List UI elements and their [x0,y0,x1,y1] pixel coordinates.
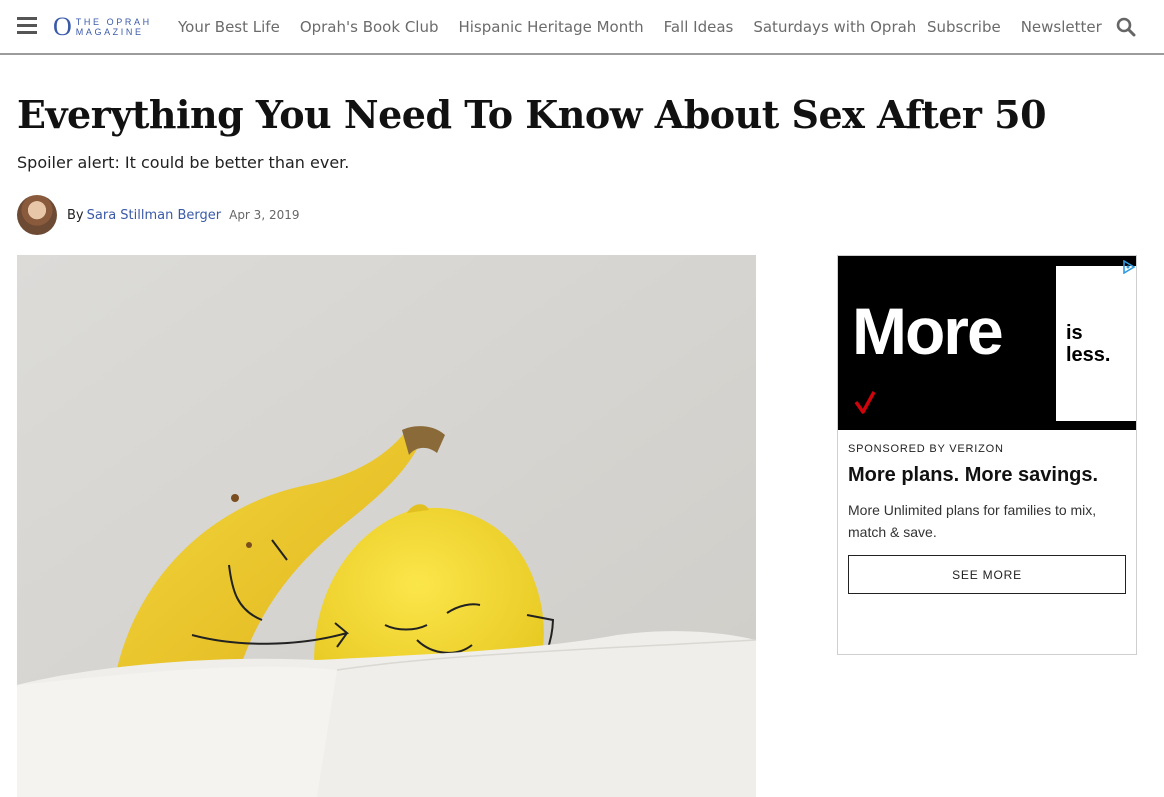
top-navigation: O THE OPRAH MAGAZINE Your Best Life Opra… [0,0,1164,55]
nav-link-your-best-life[interactable]: Your Best Life [178,18,280,36]
hero-image [17,255,756,797]
publish-date: Apr 3, 2019 [229,208,300,222]
subscribe-link[interactable]: Subscribe [927,18,1001,36]
logo-line-2: MAGAZINE [75,27,144,37]
secondary-nav: Subscribe Newsletter [927,0,1122,53]
nav-link-book-club[interactable]: Oprah's Book Club [300,18,439,36]
search-icon[interactable] [1116,17,1136,37]
hamburger-icon[interactable] [17,17,37,35]
article-dek: Spoiler alert: It could be better than e… [17,153,350,172]
author-avatar[interactable] [17,195,57,235]
ad-headline-big: More [852,294,1004,368]
nav-link-fall-ideas[interactable]: Fall Ideas [664,18,734,36]
nav-link-hispanic-heritage-month[interactable]: Hispanic Heritage Month [458,18,643,36]
by-label: By [67,207,84,223]
nav-link-saturdays-with-oprah[interactable]: Saturdays with Oprah [753,18,916,36]
see-more-button[interactable]: SEE MORE [848,555,1126,594]
logo-line-1: THE OPRAH [75,17,152,27]
hero-illustration [17,255,756,797]
ad-title[interactable]: More plans. More savings. [848,464,1098,487]
sponsored-ad[interactable]: More is less. SPONSORED BY VERIZON More … [837,255,1137,655]
byline: By Sara Stillman Berger Apr 3, 2019 [17,195,300,235]
ad-body: More Unlimited plans for families to mix… [848,502,1097,540]
primary-nav: Your Best Life Oprah's Book Club Hispani… [178,0,936,53]
adchoices-icon[interactable] [1122,260,1136,274]
ad-banner-image[interactable]: More is less. [838,256,1136,430]
logo-o-mark: O [53,12,72,41]
ad-headline-small: is less. [1066,322,1111,366]
ad-sponsor-label: SPONSORED BY VERIZON [848,443,1004,455]
site-logo[interactable]: O THE OPRAH MAGAZINE [53,12,152,41]
article-headline: Everything You Need To Know About Sex Af… [17,92,1047,137]
author-link[interactable]: Sara Stillman Berger [87,208,221,223]
verizon-check-icon [854,391,876,414]
newsletter-link[interactable]: Newsletter [1021,18,1102,36]
